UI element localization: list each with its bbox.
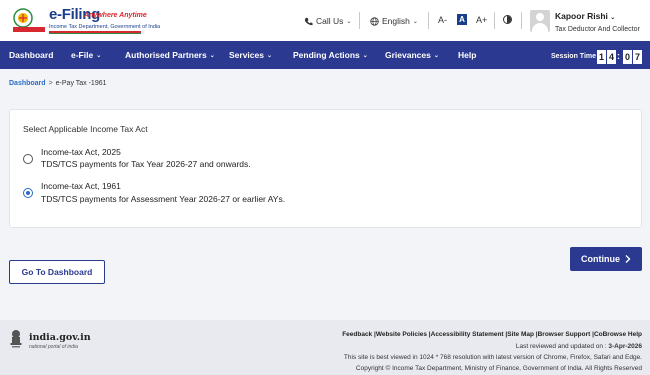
option-subtitle: TDS/TCS payments for Tax Year 2026-27 an… [41,159,251,169]
radio-act-1961[interactable] [23,188,33,198]
nav-label: Help [458,50,477,60]
divider [359,12,360,29]
chevron-down-icon: ⌄ [610,15,616,21]
language-dropdown[interactable]: English ⌄ [370,16,418,26]
footer: india.gov.in national portal of india Fe… [0,320,650,375]
phone-icon [304,17,313,25]
footer-links: Feedback | Website Policies | Accessibil… [342,331,642,338]
nav-label: Pending Actions [293,50,360,60]
act-selection-card: Select Applicable Income Tax Act Income-… [9,109,642,228]
last-updated-label: Last reviewed and updated on : [515,343,609,350]
chevron-down-icon: ⌄ [362,52,368,59]
footer-link-accessibility[interactable]: Accessibility Statement [431,331,504,338]
call-us-dropdown[interactable]: Call Us ⌄ [304,16,351,26]
session-timer-digit: 4 [607,50,616,64]
user-name: Kapoor Rishi [555,11,608,21]
breadcrumb: Dashboard > e-Pay Tax -1961 [9,80,107,87]
chevron-down-icon: ⌄ [412,18,418,25]
option-title[interactable]: Income-tax Act, 2025 [41,147,121,157]
nav-grievances[interactable]: Grievances ⌄ [385,50,439,60]
copyright: Copyright © Income Tax Department, Minis… [355,365,642,372]
breadcrumb-current: e-Pay Tax -1961 [55,80,107,87]
chevron-down-icon: ⌄ [209,52,215,59]
nav-pending-actions[interactable]: Pending Actions ⌄ [293,50,368,60]
last-updated: Last reviewed and updated on : 3-Apr-202… [516,343,642,350]
india-gov-link[interactable]: india.gov.in [29,332,91,343]
header: e-Filing Anywhere Anytime Income Tax Dep… [0,0,650,41]
logo-subtitle: Income Tax Department, Government of Ind… [49,24,161,30]
nav-authorised-partners[interactable]: Authorised Partners ⌄ [125,50,215,60]
font-increase-button[interactable]: A+ [476,15,487,25]
card-title: Select Applicable Income Tax Act [23,124,148,134]
font-normal-button[interactable]: A [457,14,467,25]
avatar[interactable] [530,10,550,32]
chevron-down-icon: ⌄ [433,52,439,59]
nav-dashboard[interactable]: Dashboard [9,50,53,60]
footer-link-site-map[interactable]: Site Map [507,331,534,338]
session-timer-digit: 7 [633,50,642,64]
nav-services[interactable]: Services ⌄ [229,50,272,60]
font-decrease-button[interactable]: A- [438,15,447,25]
session-timer-digit: 1 [597,50,606,64]
nav-label: Dashboard [9,50,54,60]
nav-label: e-File [71,50,94,60]
user-role: Tax Deductor And Collector [555,26,640,33]
continue-label: Continue [581,254,620,264]
logo-underline-green [49,33,141,34]
nav-label: Grievances [385,50,431,60]
national-emblem-icon [10,330,22,348]
footer-link-feedback[interactable]: Feedback [342,331,372,338]
session-timer-digit: 0 [623,50,632,64]
nav-help[interactable]: Help [458,50,476,60]
nav-label: Services [229,50,264,60]
breadcrumb-separator: > [48,80,53,87]
radio-act-2025[interactable] [23,154,33,164]
last-updated-date: 3-Apr-2026 [608,343,642,350]
session-time-label: Session Time [551,53,597,60]
main-nav: Dashboard e-File ⌄ Authorised Partners ⌄… [0,41,650,69]
footer-link-browser-support[interactable]: Browser Support [538,331,591,338]
globe-icon [370,16,379,26]
option-subtitle: TDS/TCS payments for Assessment Year 202… [41,194,286,204]
continue-button[interactable]: Continue [570,247,642,271]
contrast-toggle-icon[interactable] [503,15,512,24]
chevron-down-icon: ⌄ [96,52,102,59]
call-us-label: Call Us [316,16,344,26]
logo-tagline: Anywhere Anytime [84,12,147,19]
nav-efile[interactable]: e-File ⌄ [71,50,101,60]
go-to-dashboard-button[interactable]: Go To Dashboard [9,260,105,284]
divider [521,12,522,29]
session-timer-colon: : [617,51,620,61]
breadcrumb-dashboard[interactable]: Dashboard [9,80,46,87]
language-label: English [382,16,410,26]
divider [428,12,429,29]
best-viewed-note: This site is best viewed in 1024 * 768 r… [343,354,642,361]
footer-link-website-policies[interactable]: Website Policies [376,331,427,338]
efiling-logo-emblem-icon [13,8,45,32]
option-title[interactable]: Income-tax Act, 1961 [41,181,121,191]
footer-link-cobrowse-help[interactable]: CoBrowse Help [594,331,642,338]
divider [494,12,495,29]
chevron-right-icon [625,255,631,263]
india-gov-subtitle: national portal of india [29,344,78,350]
nav-label: Authorised Partners [125,50,207,60]
chevron-down-icon: ⌄ [346,18,352,25]
user-menu[interactable]: Kapoor Rishi ⌄ [555,11,615,21]
chevron-down-icon: ⌄ [266,52,273,59]
